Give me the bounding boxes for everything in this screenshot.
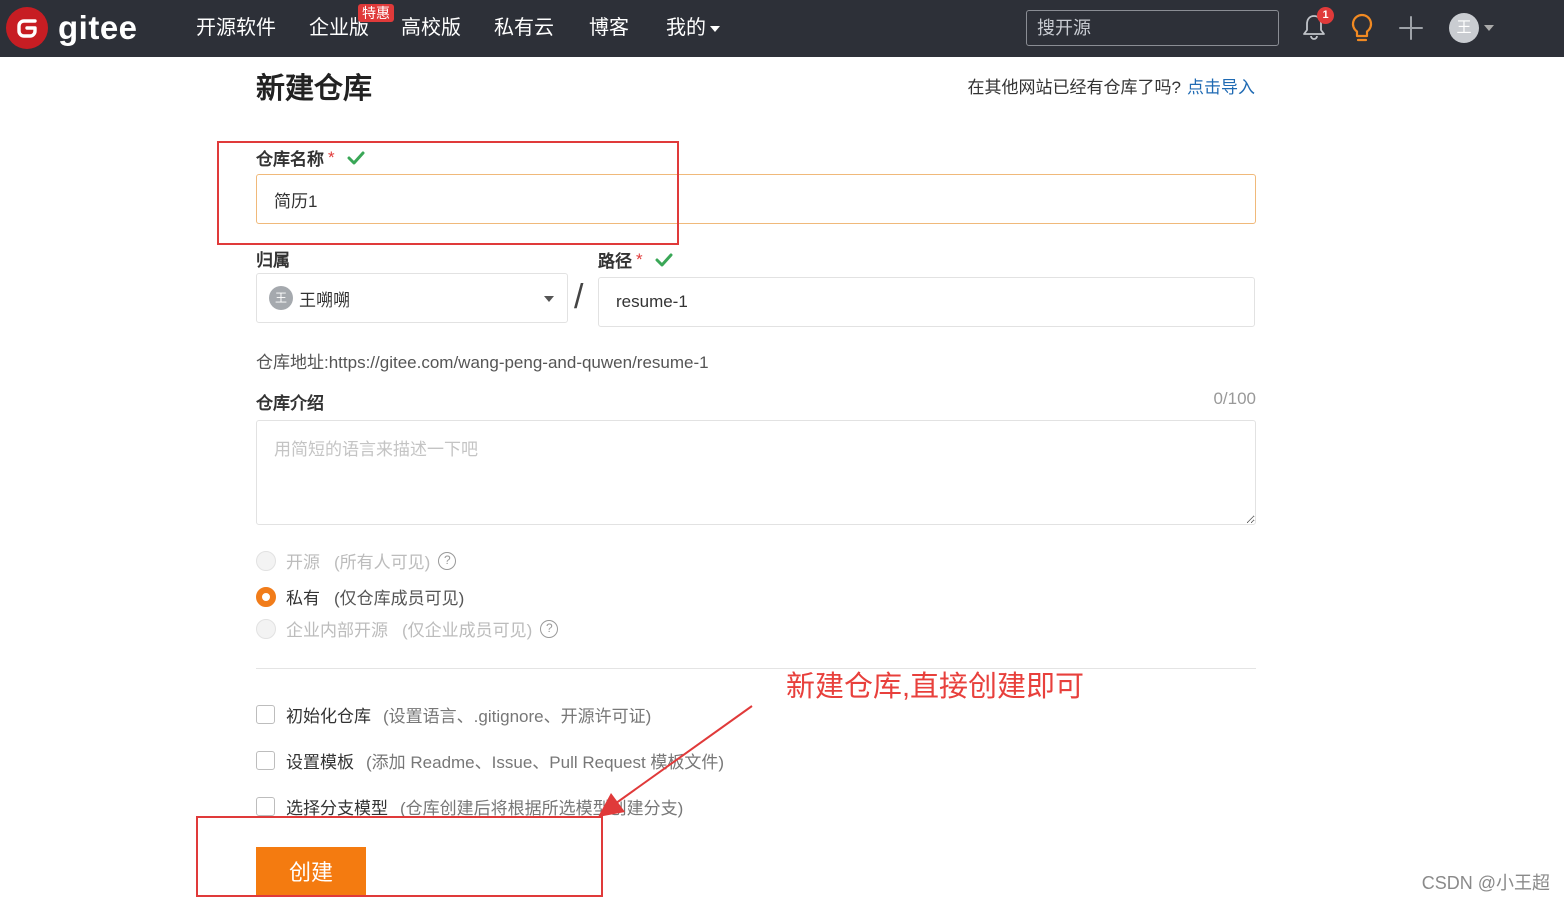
annotation-arrow-icon — [598, 705, 753, 817]
watermark: CSDN @小王超 — [1421, 873, 1550, 893]
